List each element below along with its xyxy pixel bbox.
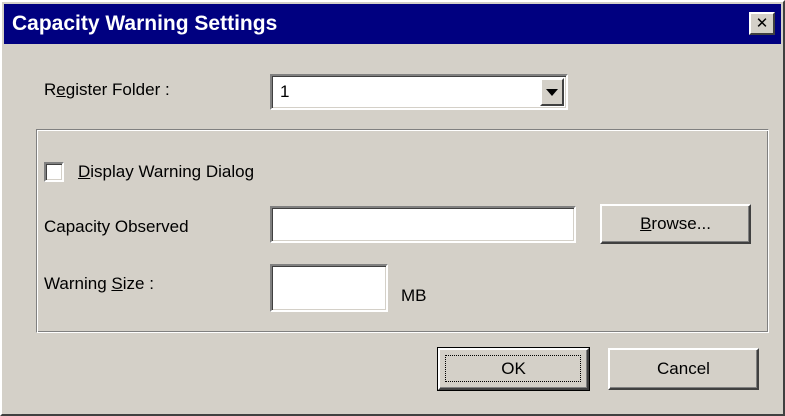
warning-size-label: Warning Size :: [44, 274, 154, 293]
ok-button-label: OK: [501, 359, 526, 378]
cancel-button[interactable]: Cancel: [608, 348, 759, 390]
chevron-down-icon: [546, 89, 558, 96]
warning-size-input[interactable]: [270, 264, 388, 312]
register-folder-dropdown-button[interactable]: [540, 78, 564, 106]
register-folder-select[interactable]: 1: [270, 74, 568, 110]
browse-button-label: Browse...: [640, 214, 711, 233]
capacity-observed-label: Capacity Observed: [44, 217, 189, 236]
cancel-button-label: Cancel: [657, 359, 710, 378]
warning-size-unit: MB: [401, 286, 427, 305]
close-button[interactable]: ✕: [749, 12, 775, 35]
display-warning-checkbox[interactable]: [44, 162, 64, 182]
title-bar[interactable]: Capacity Warning Settings ✕: [4, 4, 781, 44]
capacity-observed-input[interactable]: [270, 206, 576, 243]
register-folder-label: Register Folder :: [44, 80, 170, 99]
register-folder-value: 1: [280, 82, 290, 101]
ok-button[interactable]: OK: [437, 347, 590, 391]
display-warning-label[interactable]: Display Warning Dialog: [78, 162, 254, 182]
window-title: Capacity Warning Settings: [12, 12, 278, 35]
browse-button[interactable]: Browse...: [600, 204, 751, 244]
capacity-warning-dialog: Capacity Warning Settings ✕ Register Fol…: [0, 0, 785, 416]
close-icon: ✕: [755, 14, 769, 32]
